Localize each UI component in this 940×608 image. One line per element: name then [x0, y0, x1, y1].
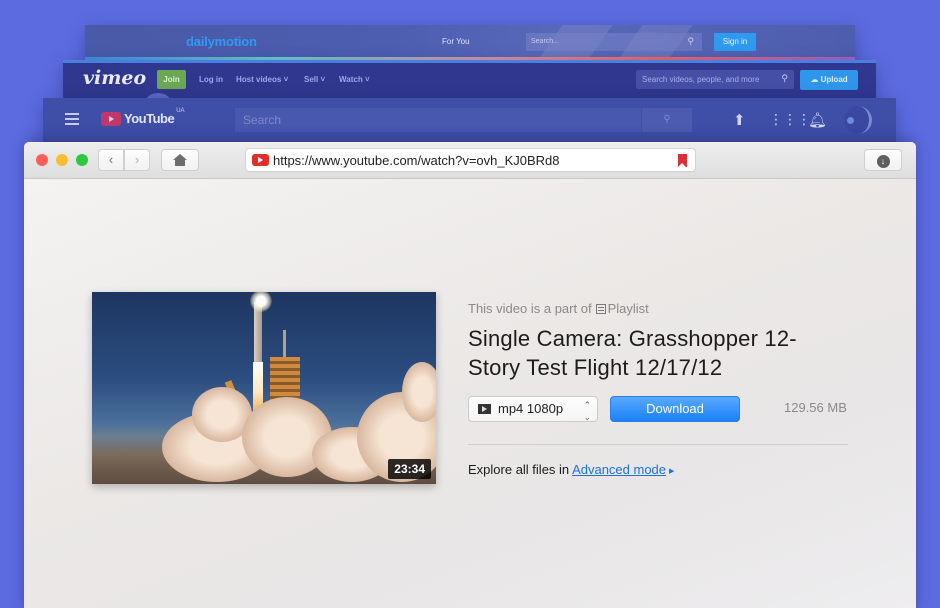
vimeo-nav-watch[interactable]: Watch ˅	[339, 75, 370, 84]
bookmark-icon[interactable]	[678, 154, 687, 167]
dm-search-placeholder: Search...	[531, 38, 560, 45]
upload-label: Upload	[820, 75, 848, 84]
avatar[interactable]	[844, 106, 872, 134]
search-icon: ⚲	[663, 114, 671, 125]
smoke-cloud	[402, 362, 436, 422]
address-bar[interactable]: https://www.youtube.com/watch?v=ovh_KJ0B…	[245, 148, 696, 172]
url-text: https://www.youtube.com/watch?v=ovh_KJ0B…	[273, 153, 560, 168]
vimeo-logo: vimeo	[83, 67, 147, 89]
caret-right-icon: ▶	[669, 468, 675, 475]
playlist-icon	[595, 304, 606, 314]
back-button[interactable]: ‹	[98, 149, 124, 171]
menu-icon[interactable]	[65, 113, 79, 125]
dm-search-input[interactable]: Search... ⚲	[526, 33, 702, 51]
browser-toolbar: ‹ › https://www.youtube.com/watch?v=ovh_…	[24, 142, 916, 179]
page-content: 23:34 This video is a part of Playlist Si…	[24, 179, 916, 608]
download-icon: ↓	[876, 155, 890, 168]
youtube-search-input[interactable]: Search	[235, 108, 641, 132]
vimeo-join-button[interactable]: Join	[157, 70, 186, 89]
forward-button[interactable]: ›	[124, 149, 150, 171]
chevron-left-icon: ‹	[108, 152, 114, 167]
apps-grid-icon[interactable]: ⋮⋮⋮	[769, 111, 811, 128]
vimeo-search-input[interactable]: Search videos, people, and more ⚲	[636, 70, 794, 89]
vimeo-search-placeholder: Search videos, people, and more	[642, 75, 760, 84]
search-icon: ⚲	[687, 36, 694, 46]
advanced-mode-note: Explore all files in Advanced mode ▶	[468, 462, 674, 477]
chevron-down-icon: ˅	[364, 75, 370, 84]
video-duration: 23:34	[388, 459, 431, 479]
nav-label: Log in	[199, 75, 223, 84]
upload-icon[interactable]: ⬆	[733, 111, 746, 129]
format-value: mp4 1080p	[498, 401, 564, 416]
home-button[interactable]	[161, 149, 199, 171]
vimeo-nav-host-videos[interactable]: Host videos ˅	[236, 75, 288, 84]
select-arrows-icon: ⌃ ⌄	[583, 400, 591, 422]
playlist-note-prefix: This video is a part of	[468, 301, 592, 316]
youtube-play-icon	[101, 111, 121, 126]
cloud-upload-icon: ☁	[810, 75, 819, 84]
youtube-logo[interactable]: YouTube UA	[101, 108, 185, 126]
nav-label: Host videos	[236, 75, 282, 84]
thumbnail-glow	[250, 292, 272, 312]
nav-label: Sell	[304, 75, 319, 84]
format-select[interactable]: mp4 1080p ⌃ ⌄	[468, 396, 598, 422]
thumbnail-mast	[283, 330, 286, 360]
video-file-icon	[478, 404, 491, 414]
video-thumbnail[interactable]: 23:34	[92, 292, 436, 484]
minimize-window-button[interactable]	[56, 154, 68, 166]
explore-prefix: Explore all files in	[468, 462, 570, 477]
youtube-search-button[interactable]: ⚲	[642, 108, 692, 132]
video-title: Single Camera: Grasshopper 12-Story Test…	[468, 326, 797, 380]
divider	[468, 444, 848, 445]
youtube-window: YouTube UA Search ⚲ ⬆ ⋮⋮⋮ 🔔︎	[43, 98, 896, 142]
youtube-favicon-icon	[252, 154, 269, 166]
download-button[interactable]: Download	[610, 396, 740, 422]
dm-nav-for-you[interactable]: For You	[442, 37, 470, 46]
dailymotion-window: dailymotion For You Explore Search... ⚲ …	[85, 25, 855, 60]
close-window-button[interactable]	[36, 154, 48, 166]
browser-window: ‹ › https://www.youtube.com/watch?v=ovh_…	[24, 142, 916, 608]
vimeo-window: vimeo Join Log in Host videos ˅ Sell ˅ W…	[63, 60, 876, 113]
chevron-down-icon: ˅	[320, 75, 326, 84]
playlist-link[interactable]: Playlist	[608, 301, 649, 316]
search-icon: ⚲	[781, 73, 788, 83]
chevron-right-icon: ›	[134, 152, 140, 167]
vimeo-nav-login[interactable]: Log in	[199, 75, 223, 84]
vimeo-nav-sell[interactable]: Sell ˅	[304, 75, 325, 84]
nav-label: Watch	[339, 75, 363, 84]
downloads-button[interactable]: ↓	[864, 149, 902, 171]
bell-icon[interactable]: 🔔︎	[808, 111, 827, 129]
region-label: UA	[176, 108, 185, 114]
dailymotion-logo: dailymotion	[186, 34, 257, 49]
vimeo-upload-button[interactable]: ☁ Upload	[800, 70, 858, 90]
playlist-note: This video is a part of Playlist	[468, 301, 649, 316]
youtube-wordmark: YouTube	[124, 111, 175, 126]
advanced-mode-link[interactable]: Advanced mode	[572, 462, 666, 477]
chevron-down-icon: ˅	[283, 75, 289, 84]
file-size: 129.56 MB	[784, 400, 847, 415]
zoom-window-button[interactable]	[76, 154, 88, 166]
dm-signin-button[interactable]: Sign in	[714, 33, 756, 51]
home-icon	[173, 154, 187, 166]
